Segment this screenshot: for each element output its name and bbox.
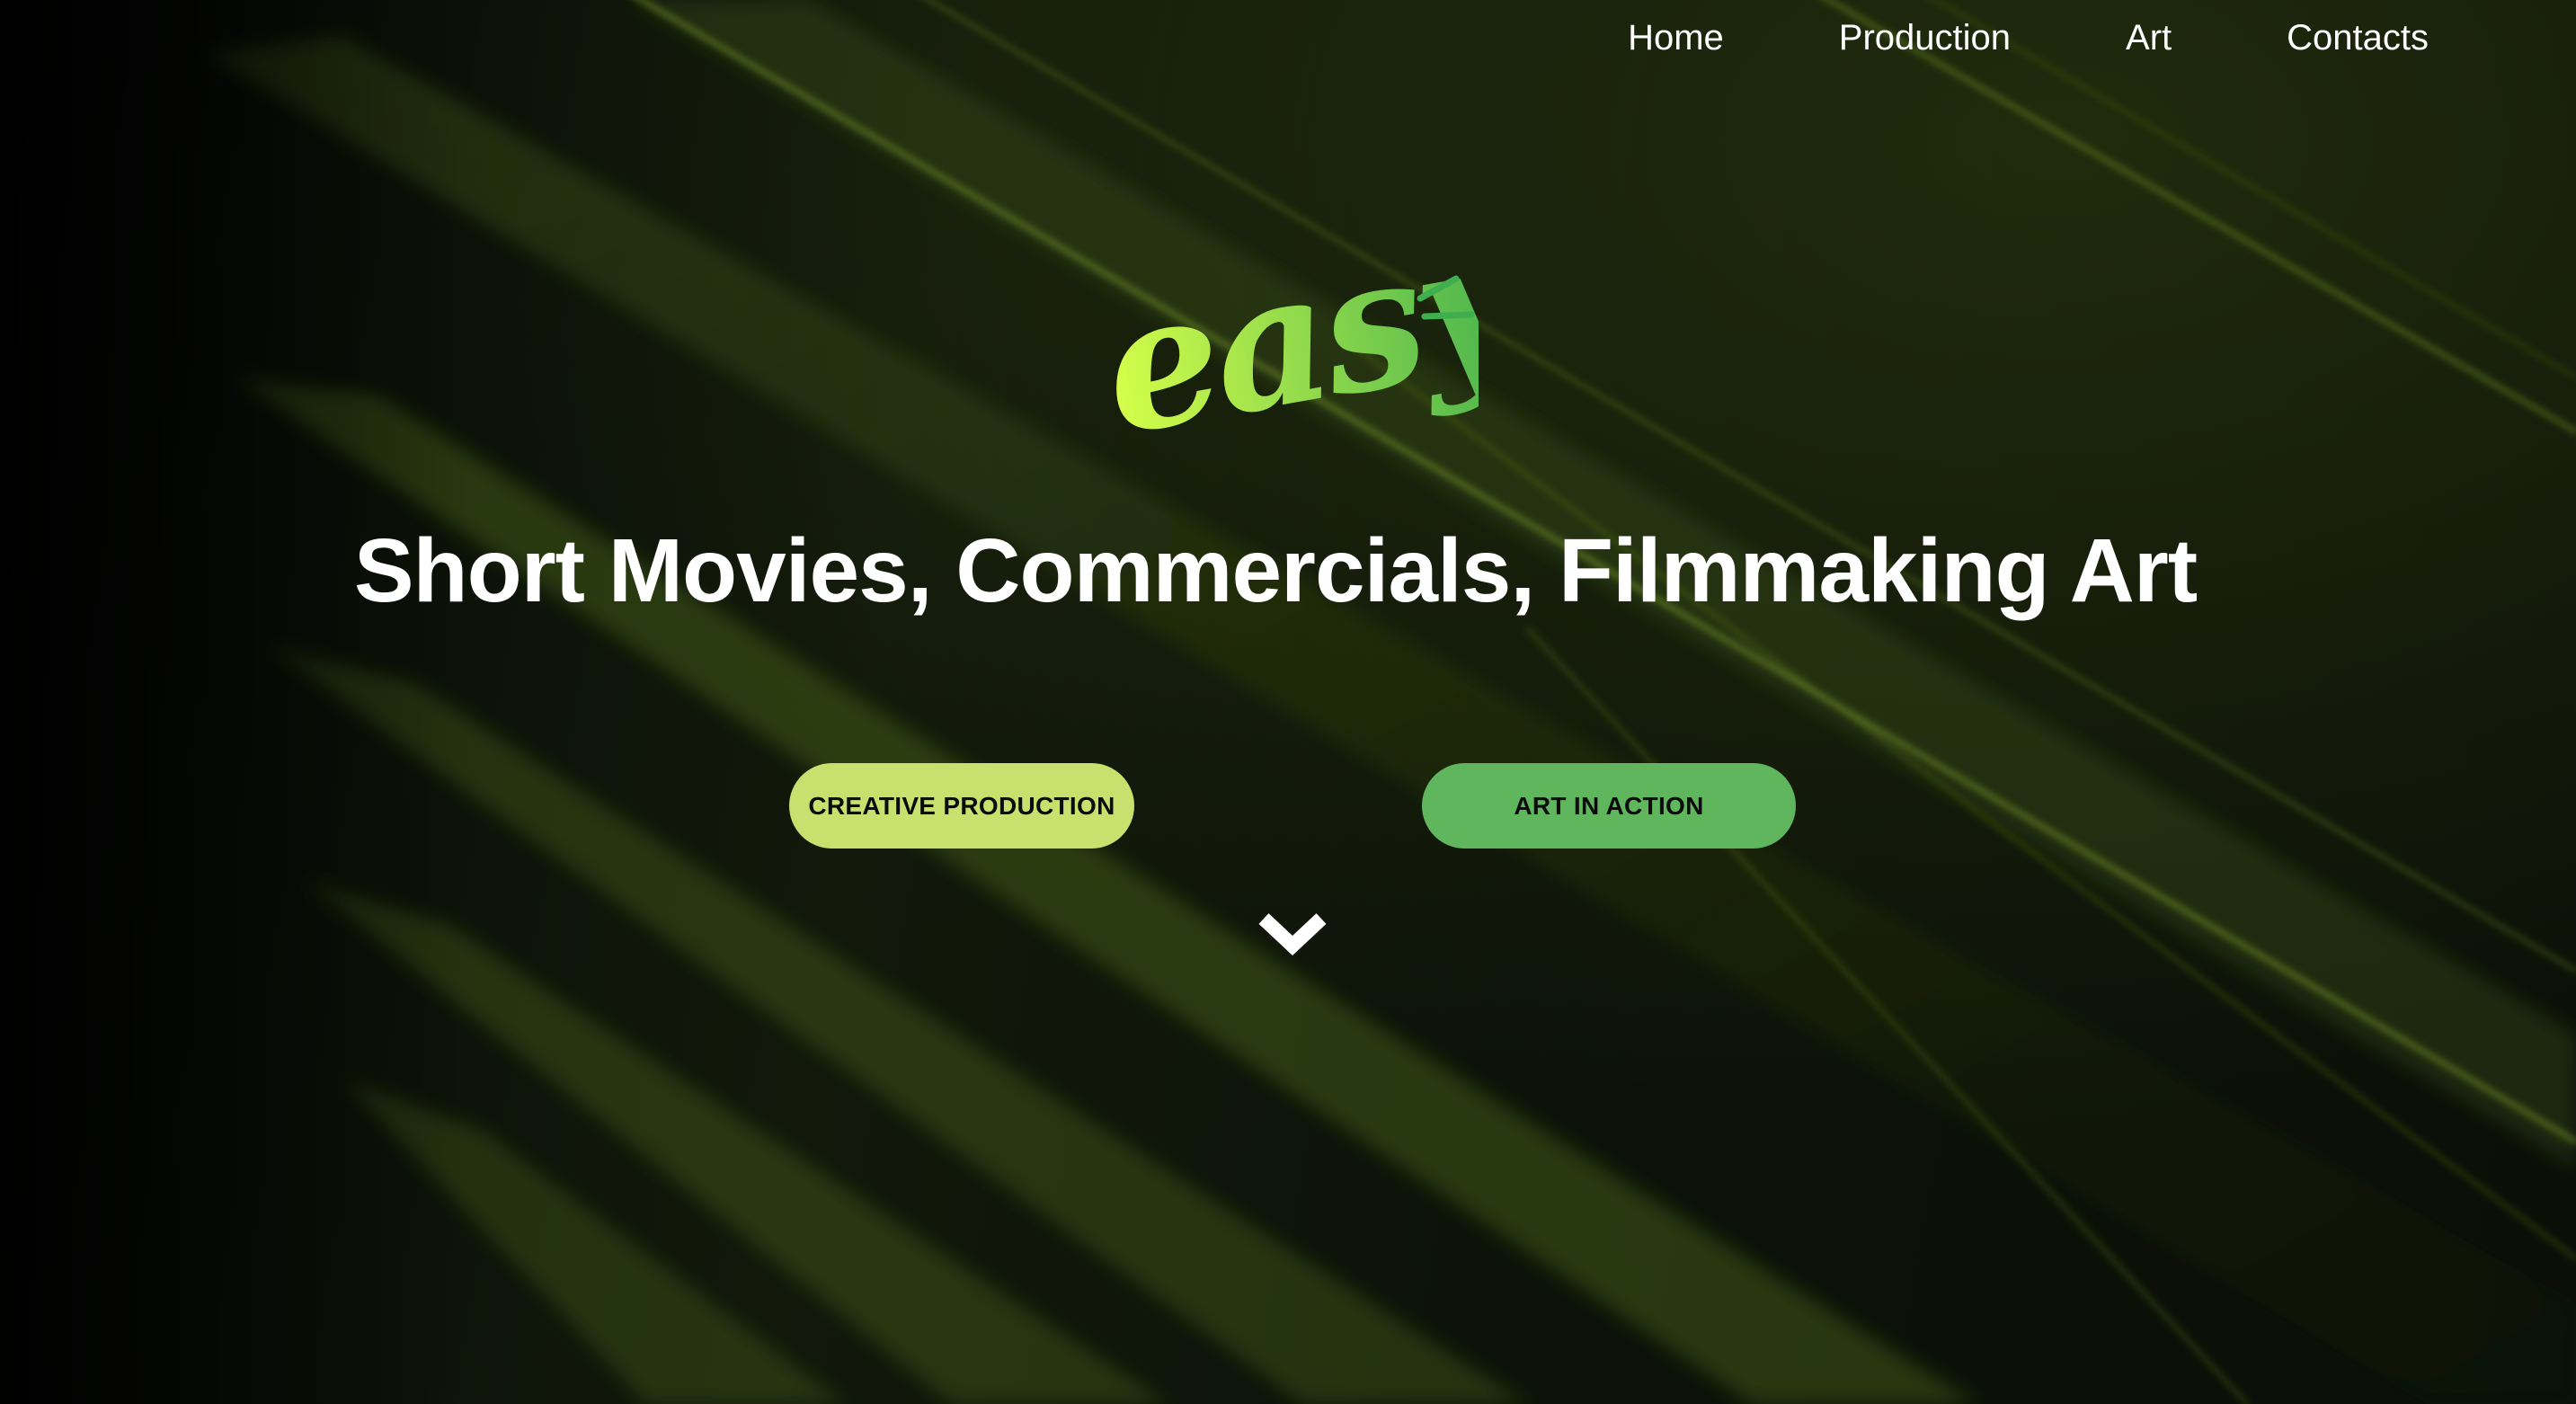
main-nav: Home Production Art Contacts (1570, 13, 2486, 63)
logo-flourish-2 (1421, 311, 1475, 320)
nav-item-contacts[interactable]: Contacts (2229, 13, 2486, 63)
hero-headline-text: Short Movies, Commercials, Filmmaking Ar… (353, 520, 2198, 621)
nav-item-home[interactable]: Home (1570, 13, 1781, 63)
nav-item-production[interactable]: Production (1781, 13, 2068, 63)
background-streaks (0, 0, 2576, 1404)
art-in-action-button[interactable]: ART IN ACTION (1422, 763, 1796, 849)
easy-logo: easy (1101, 243, 1479, 440)
hero-section: Home Production Art Contacts easy Short … (0, 0, 2576, 1404)
logo-text: easy (1101, 243, 1479, 440)
chevron-down-icon[interactable] (1257, 910, 1328, 964)
nav-item-art[interactable]: Art (2068, 13, 2229, 63)
creative-production-button[interactable]: CREATIVE PRODUCTION (789, 763, 1134, 849)
hero-headline: Short Movies, Commercials, Filmmaking Ar… (0, 520, 2576, 623)
